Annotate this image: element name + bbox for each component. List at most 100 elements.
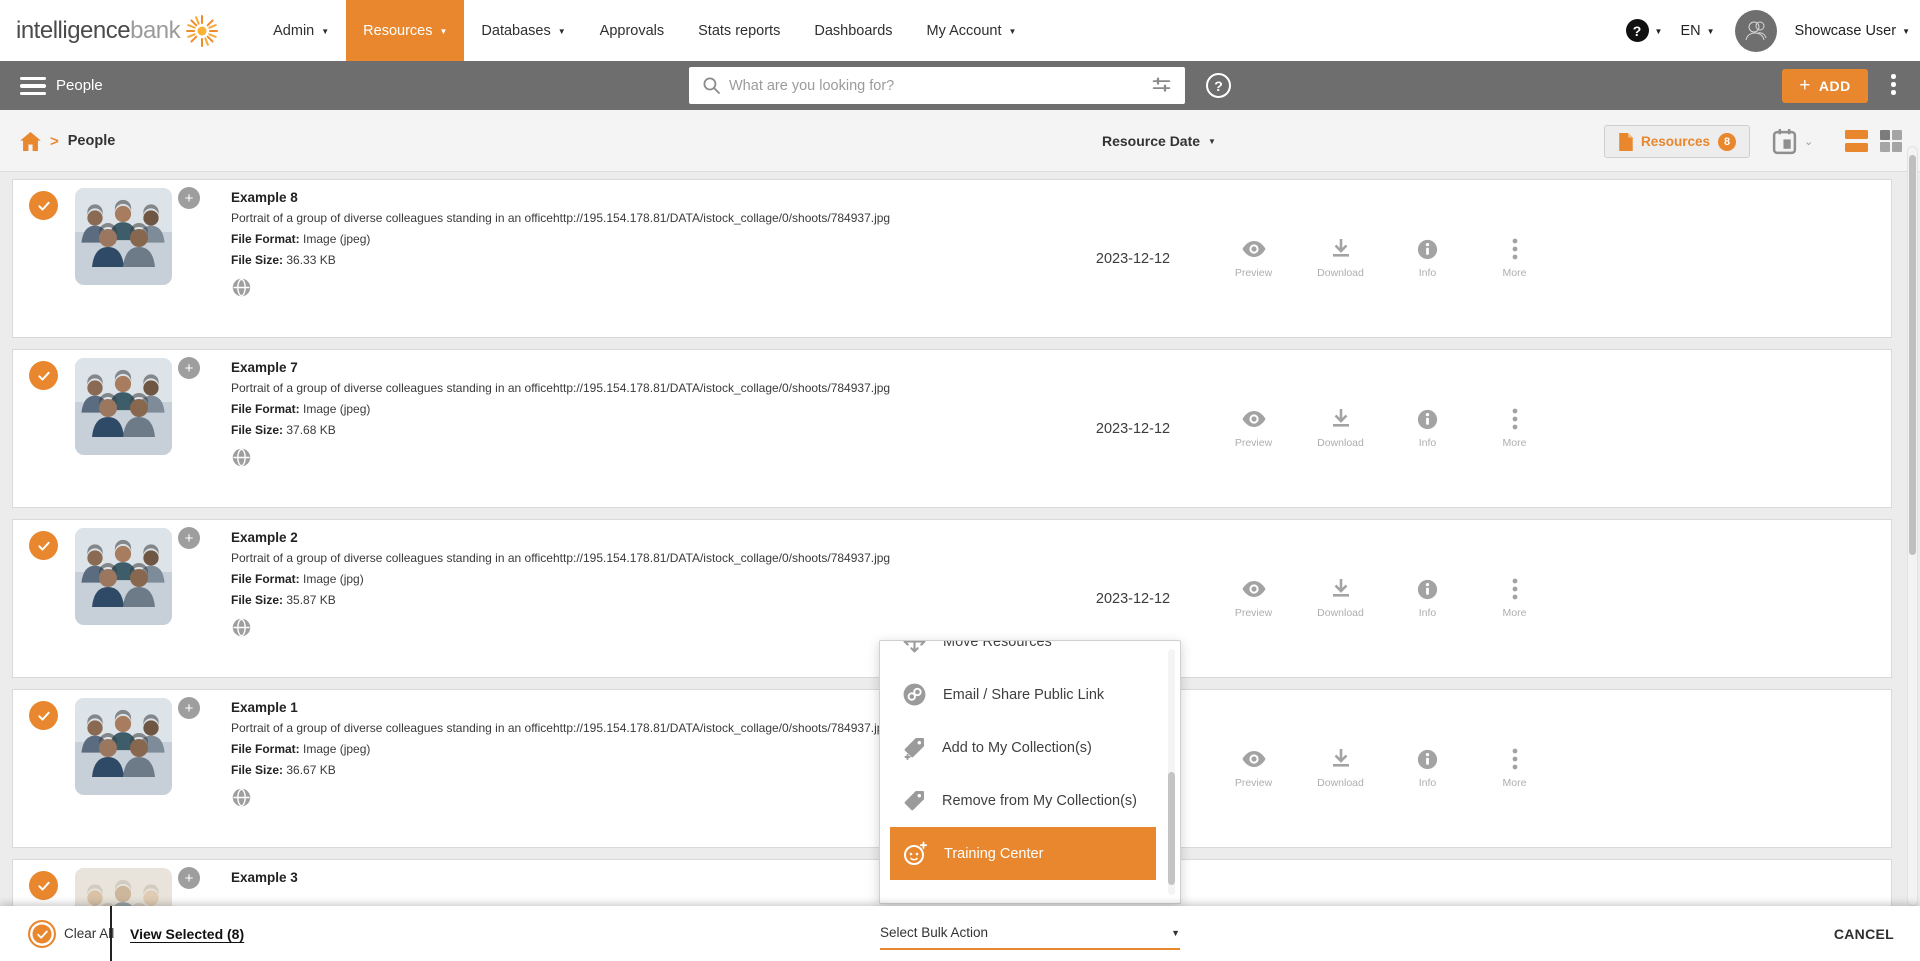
- expand-plus-icon[interactable]: +: [178, 357, 200, 379]
- expand-plus-icon[interactable]: +: [178, 697, 200, 719]
- bulk-menu-item-add-to-my-collection-s[interactable]: Add to My Collection(s): [890, 721, 1156, 774]
- download-icon: [1331, 238, 1351, 260]
- download-button[interactable]: Download: [1297, 578, 1384, 619]
- chevron-down-icon: ▼: [1655, 28, 1663, 36]
- download-button[interactable]: Download: [1297, 238, 1384, 279]
- bulk-menu-item-remove-from-my-collection-s[interactable]: Remove from My Collection(s): [890, 774, 1156, 827]
- more-button[interactable]: More: [1471, 408, 1558, 449]
- nav-item-dashboards[interactable]: Dashboards: [797, 0, 909, 61]
- bulk-menu-item-training-center[interactable]: Training Center: [890, 827, 1156, 880]
- info-icon: [1417, 748, 1438, 770]
- bulk-menu-item-email-share-public-link[interactable]: Email / Share Public Link: [890, 668, 1156, 721]
- move-icon: [902, 640, 927, 654]
- chevron-down-icon: ▼: [321, 28, 329, 36]
- preview-button[interactable]: Preview: [1210, 578, 1297, 619]
- expand-plus-icon[interactable]: +: [178, 867, 200, 889]
- nav-item-databases[interactable]: Databases ▼: [464, 0, 582, 61]
- resources-filter-button[interactable]: Resources 8: [1604, 125, 1750, 158]
- more-button[interactable]: More: [1471, 578, 1558, 619]
- toolbar-more-icon[interactable]: [1891, 74, 1897, 95]
- view-selected-button[interactable]: View Selected (8): [130, 906, 244, 961]
- intelligencebank-logo[interactable]: intelligencebank: [0, 0, 220, 61]
- eye-icon: [1242, 408, 1266, 430]
- info-button[interactable]: Info: [1384, 578, 1471, 619]
- resource-thumbnail[interactable]: [75, 698, 172, 795]
- info-icon: [1417, 578, 1438, 600]
- selected-check-icon[interactable]: [29, 531, 58, 560]
- nav-item-admin[interactable]: Admin ▼: [256, 0, 346, 61]
- clear-all-button[interactable]: Clear All: [64, 906, 114, 961]
- share-link-icon: [902, 682, 927, 707]
- nav-item-stats-reports[interactable]: Stats reports: [681, 0, 797, 61]
- breadcrumb: > People: [20, 110, 115, 172]
- more-icon: [1512, 408, 1518, 430]
- download-icon: [1331, 408, 1351, 430]
- info-button[interactable]: Info: [1384, 748, 1471, 789]
- page-scrollbar[interactable]: [1907, 146, 1918, 906]
- add-button[interactable]: + ADD: [1782, 69, 1868, 103]
- info-button[interactable]: Info: [1384, 238, 1471, 279]
- sort-header[interactable]: Resource Date ▼: [1102, 110, 1216, 172]
- sunburst-logo-icon: [184, 13, 220, 49]
- chevron-down-icon: ▼: [1008, 28, 1016, 36]
- breadcrumb-current[interactable]: People: [68, 133, 116, 149]
- eye-icon: [1242, 578, 1266, 600]
- nav-item-my-account[interactable]: My Account ▼: [910, 0, 1034, 61]
- cancel-button[interactable]: CANCEL: [1834, 906, 1894, 961]
- nav-item-resources[interactable]: Resources ▼: [346, 0, 464, 61]
- divider: [110, 906, 112, 961]
- nav-item-approvals[interactable]: Approvals: [583, 0, 681, 61]
- language-label: EN: [1680, 23, 1700, 39]
- selected-check-icon[interactable]: [29, 701, 58, 730]
- resource-thumbnail[interactable]: [75, 358, 172, 455]
- search-input[interactable]: [721, 78, 1151, 94]
- selected-check-icon[interactable]: [29, 361, 58, 390]
- search-help-icon[interactable]: ?: [1206, 73, 1231, 98]
- download-icon: [1331, 578, 1351, 600]
- bulk-action-select[interactable]: Select Bulk Action ▼: [880, 917, 1180, 950]
- tag-icon: [902, 789, 926, 813]
- document-icon: [1618, 133, 1633, 151]
- list-view-toggle[interactable]: [1845, 130, 1868, 152]
- selected-check-icon[interactable]: [29, 871, 58, 900]
- hamburger-menu-icon[interactable]: [20, 77, 46, 95]
- bulk-selection-bar: Clear All View Selected (8) Select Bulk …: [0, 906, 1920, 961]
- grid-view-toggle[interactable]: [1880, 130, 1902, 152]
- filter-sliders-icon[interactable]: [1151, 75, 1172, 96]
- more-button[interactable]: More: [1471, 748, 1558, 789]
- resource-thumbnail[interactable]: [75, 188, 172, 285]
- expand-plus-icon[interactable]: +: [178, 527, 200, 549]
- preview-button[interactable]: Preview: [1210, 408, 1297, 449]
- preview-button[interactable]: Preview: [1210, 238, 1297, 279]
- selected-check-icon[interactable]: [29, 191, 58, 220]
- user-menu[interactable]: Showcase User ▼: [1795, 23, 1910, 39]
- app-window: intelligencebank Admin ▼ Resources ▼ Dat…: [0, 0, 1920, 961]
- logo-text: intelligencebank: [16, 17, 180, 45]
- plus-icon: +: [1799, 76, 1811, 95]
- download-button[interactable]: Download: [1297, 408, 1384, 449]
- more-button[interactable]: More: [1471, 238, 1558, 279]
- expand-plus-icon[interactable]: +: [178, 187, 200, 209]
- help-menu[interactable]: ? ▼: [1626, 19, 1663, 42]
- home-icon[interactable]: [20, 132, 41, 151]
- language-selector[interactable]: EN ▼: [1680, 23, 1714, 39]
- bulk-menu-item-move-resources[interactable]: Move Resources: [890, 640, 1156, 668]
- preview-button[interactable]: Preview: [1210, 748, 1297, 789]
- resource-row: + Example 8 Portrait of a group of diver…: [12, 179, 1892, 338]
- bulk-action-menu: Move Resources Email / Share Public Link…: [879, 640, 1181, 904]
- menu-scrollbar[interactable]: [1168, 649, 1175, 895]
- globe-icon: [231, 617, 252, 643]
- avatar-sketch-icon: [1741, 16, 1771, 46]
- search-box: [689, 67, 1185, 104]
- clear-all-check-icon[interactable]: [28, 920, 56, 948]
- avatar[interactable]: [1735, 10, 1777, 52]
- breadcrumb-separator: >: [50, 133, 59, 150]
- download-button[interactable]: Download: [1297, 748, 1384, 789]
- resource-actions: Preview Download Info More: [1210, 350, 1558, 507]
- info-button[interactable]: Info: [1384, 408, 1471, 449]
- calendar-view-control[interactable]: ⌄: [1772, 110, 1813, 172]
- chevron-down-icon: ▼: [439, 28, 447, 36]
- menu-scrollbar-thumb[interactable]: [1168, 772, 1175, 885]
- page-scrollbar-thumb[interactable]: [1909, 155, 1916, 555]
- resource-thumbnail[interactable]: [75, 528, 172, 625]
